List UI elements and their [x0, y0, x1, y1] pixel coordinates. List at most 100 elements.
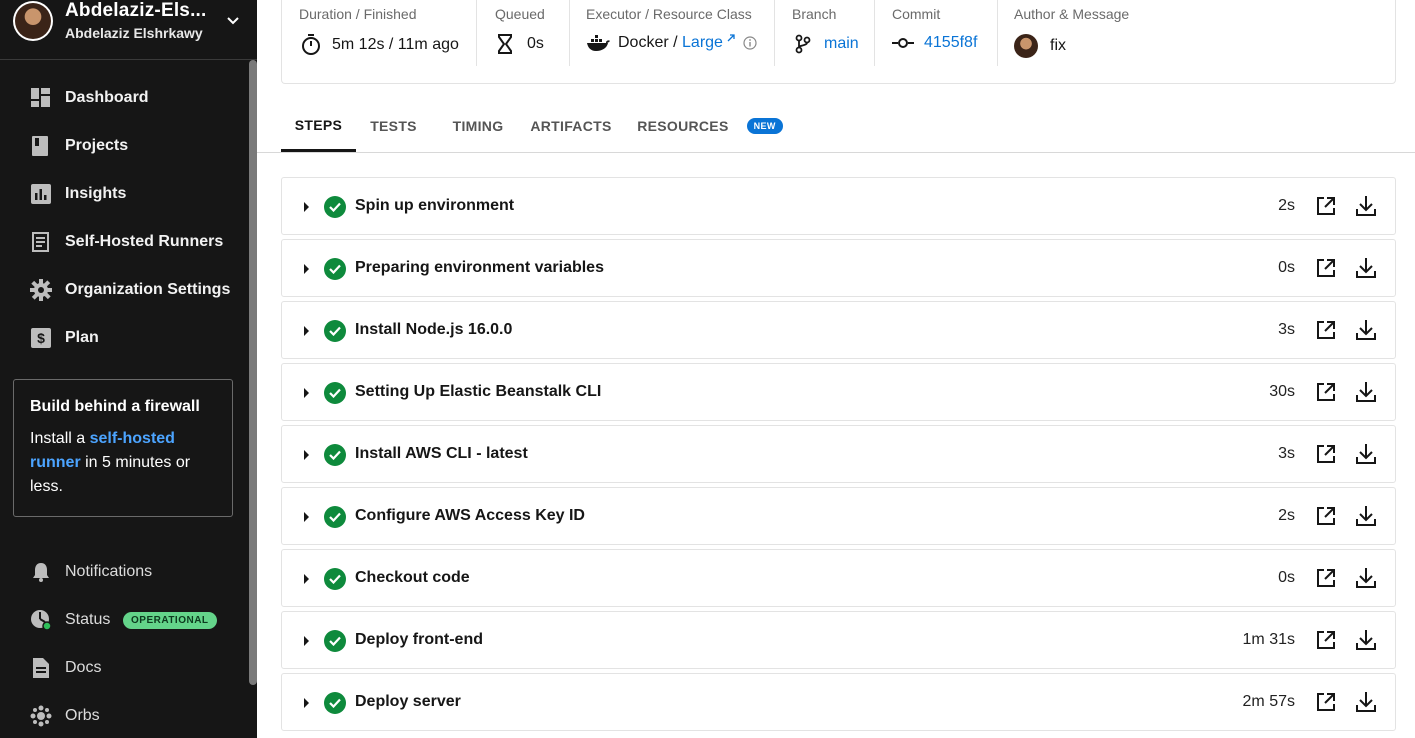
sidebar-item-label: Status: [65, 611, 111, 628]
divider: [774, 0, 775, 66]
executor-value: Docker: [618, 34, 669, 51]
org-switcher[interactable]: Abdelaziz-Els... Abdelaziz Elshrkawy: [0, 0, 257, 60]
sidebar-scrollbar[interactable]: [249, 60, 257, 685]
branch-link[interactable]: main: [824, 35, 859, 53]
download-icon[interactable]: [1354, 628, 1378, 652]
sidebar-item-orbs[interactable]: Orbs: [0, 696, 250, 736]
open-in-new-icon[interactable]: [1315, 195, 1337, 217]
open-in-new-icon[interactable]: [1315, 443, 1337, 465]
info-icon[interactable]: [743, 36, 757, 50]
sidebar-item-insights[interactable]: Insights: [0, 170, 250, 218]
expand-caret-icon[interactable]: [304, 450, 309, 460]
firewall-promo: Build behind a firewall Install a self-h…: [13, 379, 233, 517]
commit-link[interactable]: 4155f8f: [924, 34, 977, 52]
step-duration: 30s: [1269, 383, 1295, 400]
sidebar-item-organization-settings[interactable]: Organization Settings: [0, 266, 250, 314]
download-icon[interactable]: [1354, 504, 1378, 528]
docker-icon: [587, 35, 610, 51]
open-in-new-icon[interactable]: [1315, 629, 1337, 651]
sidebar-item-plan[interactable]: $ Plan: [0, 314, 250, 362]
step-row[interactable]: Install Node.js 16.0.0 3s: [281, 301, 1396, 359]
expand-caret-icon[interactable]: [304, 574, 309, 584]
expand-caret-icon[interactable]: [304, 512, 309, 522]
resource-class-link[interactable]: Large: [682, 34, 723, 52]
divider: [569, 0, 570, 66]
download-icon[interactable]: [1354, 690, 1378, 714]
download-icon[interactable]: [1354, 256, 1378, 280]
open-in-new-icon[interactable]: [1315, 381, 1337, 403]
step-row[interactable]: Setting Up Elastic Beanstalk CLI 30s: [281, 363, 1396, 421]
open-in-new-icon[interactable]: [1315, 257, 1337, 279]
open-in-new-icon[interactable]: [1315, 319, 1337, 341]
insights-icon: [30, 183, 52, 205]
promo-text-before: Install a: [30, 430, 90, 447]
chevron-down-icon[interactable]: [225, 12, 241, 28]
open-in-new-icon[interactable]: [1315, 505, 1337, 527]
success-check-icon: [324, 444, 346, 466]
step-row[interactable]: Install AWS CLI - latest 3s: [281, 425, 1396, 483]
step-row[interactable]: Checkout code 0s: [281, 549, 1396, 607]
expand-caret-icon[interactable]: [304, 264, 309, 274]
org-avatar: [13, 1, 53, 41]
tab-timing[interactable]: TIMING: [439, 100, 517, 152]
step-name: Deploy server: [355, 693, 461, 710]
success-check-icon: [324, 320, 346, 342]
commit-label: Commit: [892, 6, 941, 22]
expand-caret-icon[interactable]: [304, 202, 309, 212]
expand-caret-icon[interactable]: [304, 388, 309, 398]
step-row[interactable]: Deploy server 2m 57s: [281, 673, 1396, 731]
executor-slash: /: [668, 34, 683, 51]
promo-text: Install a self-hosted runner in 5 minute…: [30, 427, 216, 499]
tab-tests[interactable]: TESTS: [356, 100, 431, 152]
org-name: Abdelaziz-Els...: [65, 0, 207, 21]
author-avatar: [1014, 34, 1038, 58]
author-label: Author & Message: [1014, 6, 1130, 22]
download-icon[interactable]: [1354, 442, 1378, 466]
tab-artifacts[interactable]: ARTIFACTS: [525, 100, 617, 152]
step-row[interactable]: Preparing environment variables 0s: [281, 239, 1396, 297]
duration-label: Duration / Finished: [299, 6, 417, 22]
success-check-icon: [324, 258, 346, 280]
sidebar-item-notifications[interactable]: Notifications: [0, 552, 250, 592]
branch-value-row: main: [795, 34, 859, 54]
download-icon[interactable]: [1354, 566, 1378, 590]
step-name: Setting Up Elastic Beanstalk CLI: [355, 383, 602, 400]
success-check-icon: [324, 382, 346, 404]
expand-caret-icon[interactable]: [304, 326, 309, 336]
promo-heading: Build behind a firewall: [30, 398, 200, 415]
open-in-new-icon[interactable]: [1315, 691, 1337, 713]
step-row[interactable]: Deploy front-end 1m 31s: [281, 611, 1396, 669]
divider: [997, 0, 998, 66]
sidebar-item-docs[interactable]: Docs: [0, 648, 250, 688]
open-in-new-icon[interactable]: [1315, 567, 1337, 589]
step-row[interactable]: Configure AWS Access Key ID 2s: [281, 487, 1396, 545]
sidebar-item-projects[interactable]: Projects: [0, 122, 250, 170]
sidebar-item-status[interactable]: Status OPERATIONAL: [0, 600, 250, 640]
divider: [874, 0, 875, 66]
tab-resources-label: RESOURCES: [637, 118, 729, 134]
expand-caret-icon[interactable]: [304, 636, 309, 646]
download-icon[interactable]: [1354, 380, 1378, 404]
download-icon[interactable]: [1354, 318, 1378, 342]
dollar-icon: $: [30, 327, 52, 349]
hourglass-icon: [498, 34, 512, 54]
step-row[interactable]: Spin up environment 2s: [281, 177, 1396, 235]
commit-value-row: 4155f8f: [892, 34, 977, 52]
tab-resources[interactable]: RESOURCES NEW: [637, 100, 783, 152]
author-value-row: fix: [1014, 34, 1066, 58]
success-check-icon: [324, 630, 346, 652]
step-duration: 2s: [1278, 507, 1295, 524]
sidebar-item-self-hosted-runners[interactable]: Self-Hosted Runners: [0, 218, 250, 266]
gear-icon: [30, 279, 52, 301]
queued-value-row: 0s: [498, 34, 544, 54]
orbs-icon: [30, 705, 52, 727]
download-icon[interactable]: [1354, 194, 1378, 218]
new-badge: NEW: [746, 118, 783, 134]
expand-caret-icon[interactable]: [304, 698, 309, 708]
step-duration: 3s: [1278, 321, 1295, 338]
step-duration: 0s: [1278, 569, 1295, 586]
tab-steps[interactable]: STEPS: [281, 100, 356, 152]
sidebar-item-label: Orbs: [65, 707, 100, 724]
stopwatch-icon: [302, 34, 320, 55]
sidebar-item-dashboard[interactable]: Dashboard: [0, 74, 250, 122]
